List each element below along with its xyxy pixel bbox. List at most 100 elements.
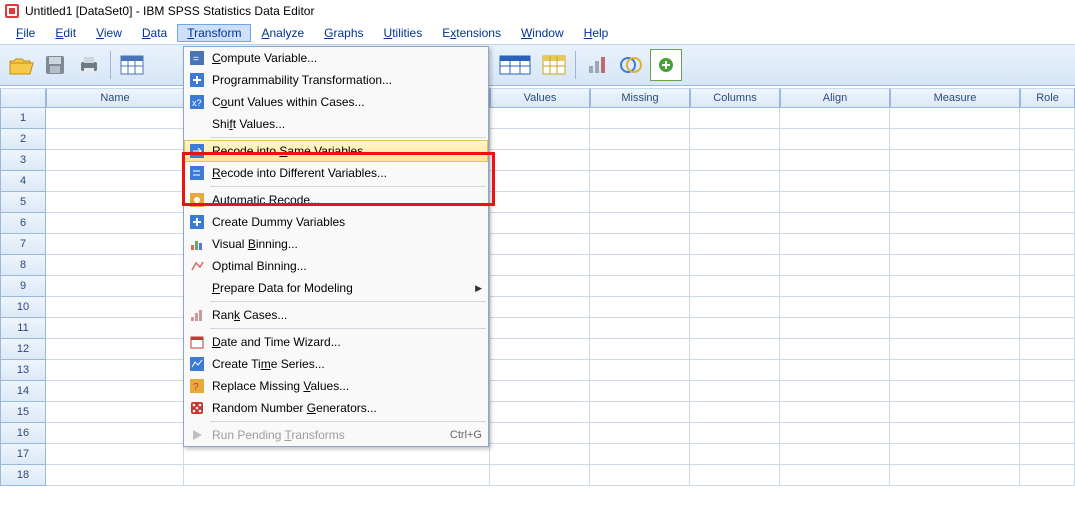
table-row[interactable]: 3 (0, 150, 1075, 171)
menu-replace-missing[interactable]: ?Replace Missing Values... (184, 375, 488, 397)
table-row[interactable]: 8 (0, 255, 1075, 276)
cell[interactable] (690, 402, 780, 423)
row-number[interactable]: 11 (0, 318, 46, 339)
cell[interactable] (690, 171, 780, 192)
cell[interactable] (46, 381, 184, 402)
col-missing[interactable]: Missing (590, 88, 690, 108)
table-row[interactable]: 7 (0, 234, 1075, 255)
cell[interactable] (46, 129, 184, 150)
row-number[interactable]: 12 (0, 339, 46, 360)
cell[interactable] (490, 360, 590, 381)
cell[interactable] (590, 213, 690, 234)
table-row[interactable]: 11 (0, 318, 1075, 339)
cell[interactable] (780, 297, 890, 318)
cell[interactable] (590, 318, 690, 339)
cell[interactable] (490, 129, 590, 150)
cell[interactable] (1020, 129, 1075, 150)
row-number[interactable]: 1 (0, 108, 46, 129)
cell[interactable] (490, 150, 590, 171)
cell[interactable] (890, 108, 1020, 129)
cell[interactable] (890, 234, 1020, 255)
cell[interactable] (590, 129, 690, 150)
row-number[interactable]: 17 (0, 444, 46, 465)
cell[interactable] (490, 234, 590, 255)
row-number[interactable]: 7 (0, 234, 46, 255)
menu-automatic-recode[interactable]: Automatic Recode... (184, 189, 488, 211)
cell[interactable] (1020, 213, 1075, 234)
cell[interactable] (490, 423, 590, 444)
cell[interactable] (490, 318, 590, 339)
cell[interactable] (590, 381, 690, 402)
cell[interactable] (46, 297, 184, 318)
cell[interactable] (490, 171, 590, 192)
menu-help[interactable]: Help (574, 24, 619, 42)
table-row[interactable]: 14 (0, 381, 1075, 402)
row-number[interactable]: 15 (0, 402, 46, 423)
cell[interactable] (590, 465, 690, 486)
cell[interactable] (46, 234, 184, 255)
add-button[interactable] (650, 49, 682, 81)
cell[interactable] (590, 171, 690, 192)
cell[interactable] (890, 255, 1020, 276)
table-row[interactable]: 15 (0, 402, 1075, 423)
menu-view[interactable]: View (86, 24, 132, 42)
row-number[interactable]: 3 (0, 150, 46, 171)
menu-create-time-series[interactable]: Create Time Series... (184, 353, 488, 375)
corner-header[interactable] (0, 88, 46, 108)
cell[interactable] (690, 192, 780, 213)
cell[interactable] (590, 192, 690, 213)
cell[interactable] (890, 318, 1020, 339)
table-row[interactable]: 2 (0, 129, 1075, 150)
menu-programmability[interactable]: Programmability Transformation... (184, 69, 488, 91)
table-row[interactable]: 13 (0, 360, 1075, 381)
cell[interactable] (780, 192, 890, 213)
cell[interactable] (46, 276, 184, 297)
menu-edit[interactable]: Edit (45, 24, 86, 42)
menu-data[interactable]: Data (132, 24, 177, 42)
row-number[interactable]: 10 (0, 297, 46, 318)
menu-date-time-wizard[interactable]: Date and Time Wizard... (184, 331, 488, 353)
table-row[interactable]: 16 (0, 423, 1075, 444)
cell[interactable] (780, 213, 890, 234)
cell[interactable] (46, 339, 184, 360)
cell[interactable] (490, 444, 590, 465)
menu-compute-variable[interactable]: =Compute Variable... (184, 47, 488, 69)
cell[interactable] (890, 339, 1020, 360)
cell[interactable] (780, 339, 890, 360)
data-icon-button[interactable] (117, 50, 147, 80)
col-name[interactable]: Name (46, 88, 184, 108)
cell[interactable] (490, 381, 590, 402)
cell[interactable] (1020, 150, 1075, 171)
row-number[interactable]: 16 (0, 423, 46, 444)
row-number[interactable]: 9 (0, 276, 46, 297)
cell[interactable] (780, 465, 890, 486)
cell[interactable] (780, 129, 890, 150)
cell[interactable] (780, 402, 890, 423)
cell[interactable] (890, 444, 1020, 465)
cell[interactable] (780, 150, 890, 171)
open-button[interactable] (6, 50, 36, 80)
cell[interactable] (1020, 108, 1075, 129)
menu-optimal-binning[interactable]: Optimal Binning... (184, 255, 488, 277)
cell[interactable] (590, 402, 690, 423)
cell[interactable] (1020, 297, 1075, 318)
menu-recode-different[interactable]: Recode into Different Variables... (184, 162, 488, 184)
cell[interactable] (1020, 234, 1075, 255)
row-number[interactable]: 6 (0, 213, 46, 234)
row-number[interactable]: 2 (0, 129, 46, 150)
cell[interactable] (890, 171, 1020, 192)
table-row[interactable]: 1 (0, 108, 1075, 129)
cell[interactable] (690, 339, 780, 360)
cell[interactable] (780, 234, 890, 255)
cell[interactable] (490, 402, 590, 423)
col-role[interactable]: Role (1020, 88, 1075, 108)
save-button[interactable] (40, 50, 70, 80)
cell[interactable] (1020, 318, 1075, 339)
row-number[interactable]: 18 (0, 465, 46, 486)
menu-window[interactable]: Window (511, 24, 574, 42)
cell[interactable] (46, 444, 184, 465)
cell[interactable] (890, 423, 1020, 444)
menu-extensions[interactable]: Extensions (432, 24, 511, 42)
cell[interactable] (690, 444, 780, 465)
col-measure[interactable]: Measure (890, 88, 1020, 108)
